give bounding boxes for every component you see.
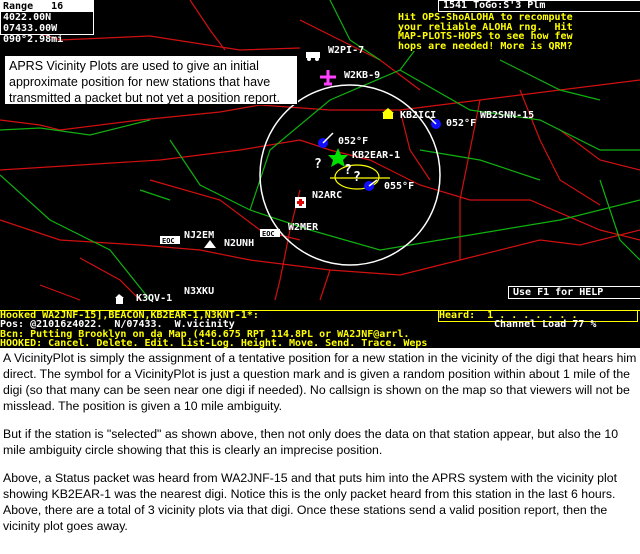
svg-text:EOC: EOC bbox=[162, 237, 175, 245]
weather-icon[interactable] bbox=[318, 132, 334, 148]
weather-icon-south[interactable] bbox=[364, 179, 378, 191]
description-text: A VicinityPlot is simply the assignment … bbox=[3, 350, 637, 546]
tip-line: hops are needed! More is QRM? bbox=[398, 40, 573, 51]
hooked-menu[interactable]: HOOKED: Cancel. Delete. Edit. List-Log. … bbox=[0, 339, 640, 349]
eoc-box-right[interactable]: EOC bbox=[260, 229, 280, 238]
station-label[interactable]: WB2SNN-15 bbox=[480, 110, 534, 121]
range-line: Range 16 bbox=[1, 1, 93, 12]
station-label[interactable]: KB2EAR-1 bbox=[352, 150, 400, 161]
station-label[interactable]: W2KB-9 bbox=[344, 70, 380, 81]
svg-text:?: ? bbox=[344, 163, 352, 178]
temperature-label: 052°F bbox=[446, 118, 477, 129]
range-box: Range 16 4022.00N 07433.00W 090°2.98mi bbox=[0, 0, 94, 45]
svg-text:?: ? bbox=[353, 170, 361, 185]
station-label[interactable]: N3XKU bbox=[184, 286, 214, 297]
station-label[interactable]: N2ARC bbox=[312, 190, 342, 201]
callout-note: APRS Vicinity Plots are used to give an … bbox=[4, 55, 298, 105]
station-label[interactable]: KB2ICI bbox=[400, 110, 436, 121]
status-panel: Hooked WA2JNF-15],BEACON,KB2EAR-1,N3KNT-… bbox=[0, 298, 640, 348]
longitude-line: 07433.00W bbox=[3, 23, 58, 34]
description-paragraph: Above, a Status packet was heard from WA… bbox=[3, 471, 617, 533]
red-cross-icon[interactable] bbox=[295, 197, 306, 208]
tip-message: Hit OPS-ShoALOHA to recompute your relia… bbox=[398, 13, 640, 51]
eoc-box-left[interactable]: EOC bbox=[160, 236, 180, 245]
aprs-map-window[interactable]: ? ? ? EOC EOC Range 16 4022.00N 07433.00… bbox=[0, 0, 640, 348]
fire-icon[interactable] bbox=[204, 240, 216, 248]
station-label[interactable]: N2UNH bbox=[224, 238, 254, 249]
bearing-line: 090°2.98mi bbox=[3, 34, 64, 45]
latitude-line: 4022.00N bbox=[3, 12, 52, 23]
car-icon[interactable] bbox=[306, 52, 320, 61]
temperature-label: 055°F bbox=[384, 181, 415, 192]
plane-icon[interactable] bbox=[320, 70, 336, 86]
description-paragraph: But if the station is "selected" as show… bbox=[3, 427, 619, 457]
svg-text:EOC: EOC bbox=[262, 230, 275, 238]
description-paragraph: A VicinityPlot is simply the assignment … bbox=[3, 351, 637, 413]
svg-text:?: ? bbox=[314, 157, 322, 172]
channel-load: Channel Load 77 % bbox=[494, 319, 597, 330]
top-status-title: 1541 ToGo:S'3 Plm bbox=[438, 0, 640, 12]
station-label[interactable]: W2PI-7 bbox=[328, 45, 364, 56]
station-label[interactable]: W2MER bbox=[288, 222, 318, 233]
station-label[interactable]: NJ2EM bbox=[184, 230, 214, 241]
temperature-label: 052°F bbox=[338, 136, 369, 147]
